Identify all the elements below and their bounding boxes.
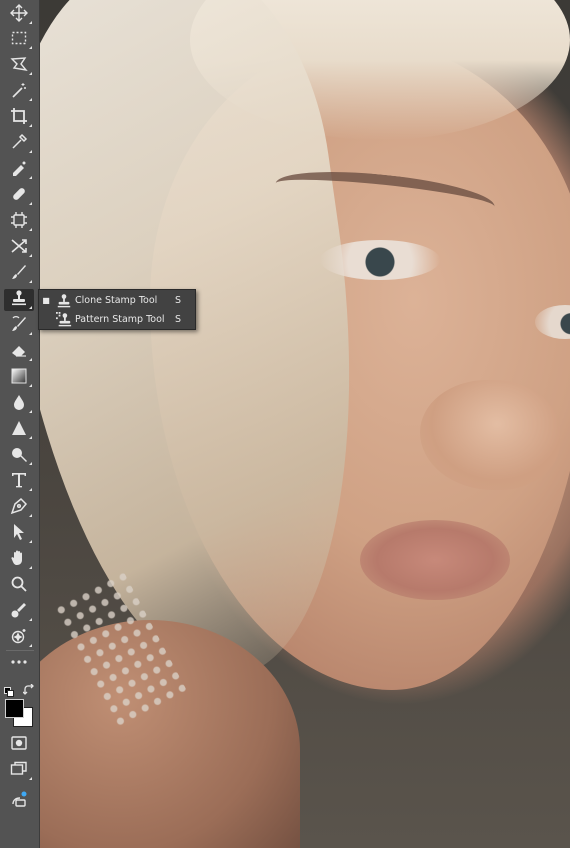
clone-stamp-flyout-menu: ■ Clone Stamp Tool S Pattern Stamp Tool …	[38, 289, 196, 330]
history-brush-tool[interactable]	[4, 315, 34, 337]
quick-mask-icon	[10, 734, 28, 756]
swap-colors-icon[interactable]	[22, 681, 35, 695]
flyout-item-label: Clone Stamp Tool	[75, 295, 158, 306]
sparkle-brush-icon	[10, 627, 28, 649]
generative-tool[interactable]	[4, 627, 34, 649]
eyedropper-icon	[10, 133, 28, 155]
path-selection-tool[interactable]	[4, 523, 34, 545]
remove-tool[interactable]	[4, 601, 34, 623]
spot-healing-tool[interactable]	[4, 159, 34, 181]
ellipsis-icon	[10, 653, 28, 675]
patch-icon	[10, 211, 28, 233]
zoom-tool[interactable]	[4, 575, 34, 597]
flyout-item-clone-stamp[interactable]: ■ Clone Stamp Tool S	[39, 291, 195, 310]
shortcut-key: S	[175, 314, 182, 325]
foreground-color-swatch[interactable]	[5, 699, 24, 718]
toolbar-divider	[6, 650, 34, 651]
type-tool[interactable]	[4, 471, 34, 493]
move-tool[interactable]	[4, 4, 34, 26]
more-tools[interactable]	[4, 653, 34, 675]
blur-tool[interactable]	[4, 393, 34, 415]
selected-indicator-icon: ■	[42, 296, 50, 305]
quick-mask-button[interactable]	[4, 734, 34, 756]
marquee-tool[interactable]	[4, 29, 34, 51]
photo-eye-left	[320, 240, 440, 280]
rectangular-marquee-icon	[10, 29, 28, 51]
bandage-icon	[10, 185, 28, 207]
pen-icon	[10, 497, 28, 519]
pattern-stamp-icon	[53, 311, 75, 328]
move-icon	[10, 4, 28, 26]
eraser-icon	[10, 341, 28, 363]
brush-icon	[10, 263, 28, 285]
blur-drop-icon	[10, 393, 28, 415]
gradient-icon	[10, 367, 28, 389]
sharpen-icon	[10, 419, 28, 441]
gradient-tool[interactable]	[4, 367, 34, 389]
document-canvas[interactable]	[40, 0, 570, 848]
eyedropper-tool[interactable]	[4, 133, 34, 155]
flyout-item-pattern-stamp[interactable]: Pattern Stamp Tool S	[39, 310, 195, 329]
eraser-tool[interactable]	[4, 341, 34, 363]
screen-mode-button[interactable]	[4, 760, 34, 782]
share-button[interactable]	[4, 790, 34, 812]
spot-healing-brush-icon	[10, 159, 28, 181]
hand-icon	[10, 549, 28, 571]
zoom-icon	[10, 575, 28, 597]
content-aware-move-icon	[10, 237, 28, 259]
share-icon	[10, 790, 28, 812]
type-icon	[10, 471, 28, 493]
magic-wand-tool[interactable]	[4, 81, 34, 103]
magic-wand-icon	[10, 81, 28, 103]
remove-tool-icon	[10, 601, 28, 623]
healing-brush-tool[interactable]	[4, 185, 34, 207]
history-brush-icon	[10, 315, 28, 337]
pen-tool[interactable]	[4, 497, 34, 519]
clone-stamp-tool[interactable]	[4, 289, 34, 311]
shortcut-key: S	[175, 295, 182, 306]
sharpen-tool[interactable]	[4, 419, 34, 441]
crop-tool[interactable]	[4, 107, 34, 129]
clone-stamp-icon	[53, 293, 75, 309]
brush-tool[interactable]	[4, 263, 34, 285]
screen-mode-icon	[10, 760, 28, 782]
crop-icon	[10, 107, 28, 129]
lasso-tool[interactable]	[4, 55, 34, 77]
polygonal-lasso-icon	[10, 55, 28, 77]
default-colors-icon[interactable]	[4, 682, 14, 697]
clone-stamp-icon	[10, 289, 28, 311]
photo-lips	[360, 520, 510, 600]
photo-nose	[420, 380, 560, 490]
patch-tool[interactable]	[4, 211, 34, 233]
content-aware-move-tool[interactable]	[4, 237, 34, 259]
tools-panel	[0, 0, 40, 848]
flyout-item-label: Pattern Stamp Tool	[75, 314, 165, 325]
dodge-icon	[10, 445, 28, 467]
hand-tool[interactable]	[4, 549, 34, 571]
path-selection-arrow-icon	[10, 523, 28, 545]
dodge-tool[interactable]	[4, 445, 34, 467]
